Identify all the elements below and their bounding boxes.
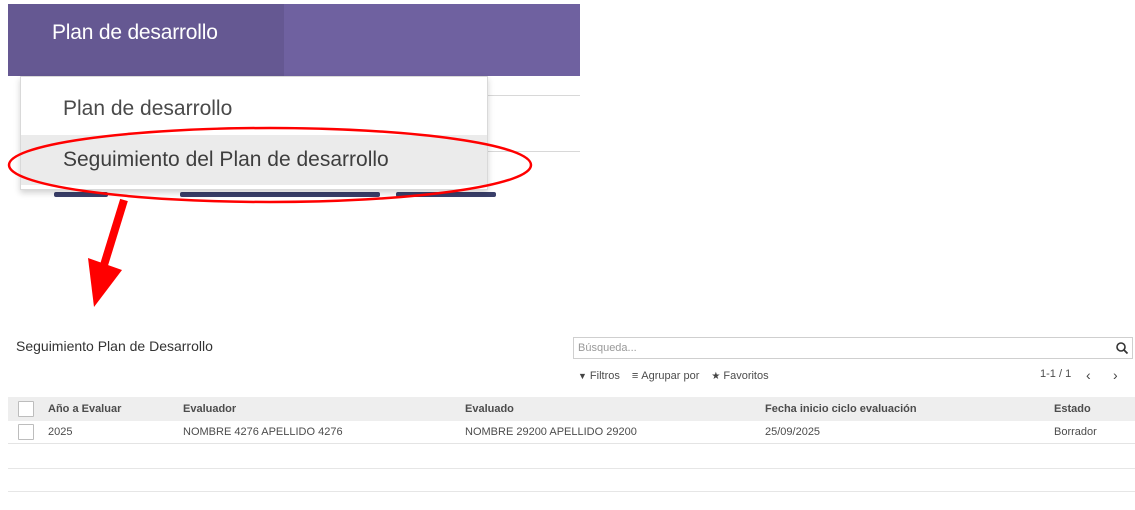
filters-button[interactable]: ▼ Filtros <box>578 368 620 384</box>
arrow-head-icon <box>88 258 122 307</box>
search-icon[interactable] <box>1115 341 1129 355</box>
filter-icon: ▼ <box>578 371 587 381</box>
table-row[interactable]: 2025 NOMBRE 4276 APELLIDO 4276 NOMBRE 29… <box>8 421 1135 444</box>
select-all-checkbox[interactable] <box>18 401 34 417</box>
column-header-evaluated[interactable]: Evaluado <box>465 397 514 421</box>
table-header: Año a Evaluar Evaluador Evaluado Fecha i… <box>8 397 1135 421</box>
cell-start-date: 25/09/2025 <box>765 426 821 438</box>
page-title: Seguimiento Plan de Desarrollo <box>16 338 213 354</box>
nav-menu-label: Plan de desarrollo <box>52 21 218 44</box>
cell-state: Borrador <box>1054 426 1097 438</box>
obscured-toolbar <box>44 190 514 208</box>
favorites-label: Favoritos <box>723 370 769 382</box>
empty-row-divider <box>8 491 1135 492</box>
group-by-button[interactable]: ≡ Agrupar por <box>632 368 700 384</box>
column-header-start-date[interactable]: Fecha inicio ciclo evaluación <box>765 397 917 421</box>
group-by-icon: ≡ <box>631 370 639 382</box>
favorites-button[interactable]: ★ Favoritos <box>711 368 768 384</box>
search-bar[interactable] <box>573 337 1133 359</box>
column-header-year[interactable]: Año a Evaluar <box>48 397 121 421</box>
search-options: ▼ Filtros ≡ Agrupar por ★ Favoritos <box>578 368 769 384</box>
row-checkbox[interactable] <box>18 424 34 440</box>
search-input[interactable] <box>574 338 1114 358</box>
chevron-right-icon[interactable]: › <box>1113 367 1118 383</box>
top-navbar: Plan de desarrollo <box>8 4 580 76</box>
group-by-label: Agrupar por <box>641 370 700 382</box>
chevron-left-icon[interactable]: ‹ <box>1086 367 1091 383</box>
filters-label: Filtros <box>589 370 620 382</box>
list-table: Año a Evaluar Evaluador Evaluado Fecha i… <box>8 397 1135 444</box>
divider <box>488 151 580 152</box>
cell-evaluator: NOMBRE 4276 APELLIDO 4276 <box>183 426 343 438</box>
cell-evaluated: NOMBRE 29200 APELLIDO 29200 <box>465 426 637 438</box>
divider <box>488 95 580 96</box>
arrow-shaft <box>100 198 128 267</box>
nav-menu-plan-de-desarrollo[interactable]: Plan de desarrollo <box>8 4 284 76</box>
dropdown-item-plan-de-desarrollo[interactable]: Plan de desarrollo <box>21 97 487 121</box>
menu-screenshot: Plan de desarrollo Plan de desarrollo Se… <box>8 4 580 208</box>
star-icon: ★ <box>711 370 721 382</box>
dropdown-menu: Plan de desarrollo Seguimiento del Plan … <box>20 76 488 190</box>
empty-row-divider <box>8 468 1135 469</box>
column-header-evaluator[interactable]: Evaluador <box>183 397 236 421</box>
pager-value[interactable]: 1-1 / 1 <box>1040 368 1071 380</box>
cell-year: 2025 <box>48 426 73 438</box>
column-header-state[interactable]: Estado <box>1054 397 1091 421</box>
dropdown-item-seguimiento[interactable]: Seguimiento del Plan de desarrollo <box>21 135 487 185</box>
